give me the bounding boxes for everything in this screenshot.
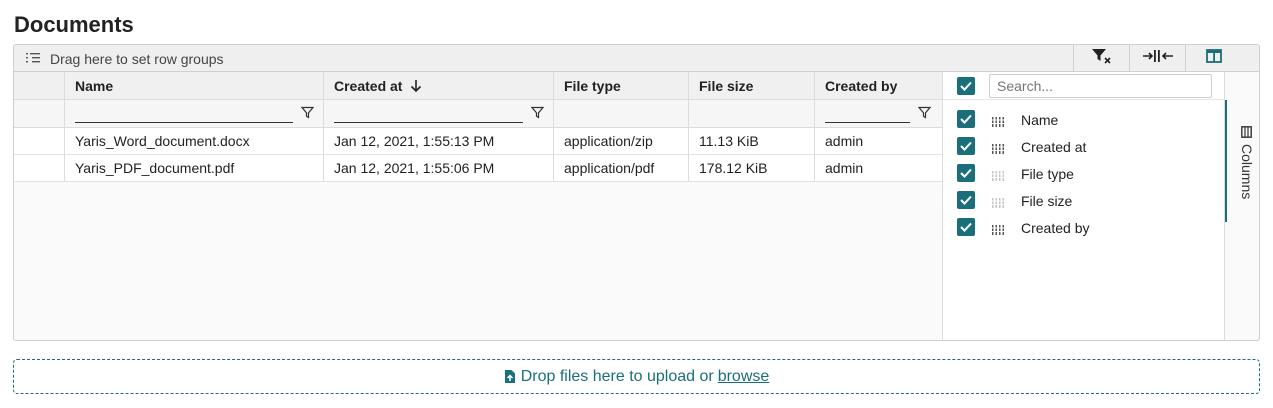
columns-tab-icon bbox=[1241, 126, 1253, 144]
columns-panel-header bbox=[943, 72, 1224, 100]
page-title: Documents bbox=[14, 12, 134, 37]
column-item-label: File size bbox=[1021, 193, 1073, 209]
column-item-label: Name bbox=[1021, 112, 1059, 128]
column-header-created-by[interactable]: Created by bbox=[815, 72, 942, 99]
filter-input-created-by[interactable] bbox=[825, 122, 910, 123]
column-header-label: File type bbox=[564, 77, 621, 94]
autosize-columns-button[interactable] bbox=[1129, 45, 1185, 72]
table-row[interactable]: Yaris_PDF_document.pdf Jan 12, 2021, 1:5… bbox=[14, 155, 942, 182]
drag-handle-icon[interactable] bbox=[992, 195, 1005, 213]
filter-created-at[interactable] bbox=[324, 100, 554, 127]
cell-created-by[interactable]: admin bbox=[815, 155, 942, 181]
cell-created-at[interactable]: Jan 12, 2021, 1:55:13 PM bbox=[324, 128, 554, 154]
file-upload-icon bbox=[504, 369, 521, 384]
column-header-created-at[interactable]: Created at bbox=[324, 72, 554, 99]
column-item-label: Created at bbox=[1021, 139, 1087, 155]
filter-file-type bbox=[554, 100, 689, 127]
column-panel-toggle-button[interactable] bbox=[1185, 45, 1241, 72]
row-group-label: Drag here to set row groups bbox=[50, 50, 224, 67]
cell-file-size[interactable]: 178.12 KiB bbox=[689, 155, 815, 181]
column-item-label: Created by bbox=[1021, 220, 1090, 236]
row-group-icon bbox=[26, 51, 50, 67]
grid-toolbar: Drag here to set row groups bbox=[14, 45, 1259, 72]
column-visibility-checkbox[interactable] bbox=[957, 191, 975, 209]
column-item-created-by[interactable]: Created by bbox=[943, 214, 1224, 241]
columns-tool-panel: Name Created at File type bbox=[942, 72, 1225, 340]
filter-input-created-at[interactable] bbox=[334, 122, 523, 123]
columns-side-tab[interactable]: Columns bbox=[1225, 100, 1259, 222]
row-selector-cell[interactable] bbox=[14, 155, 65, 181]
columns-panel-icon bbox=[1205, 49, 1222, 68]
row-selector-cell[interactable] bbox=[14, 128, 65, 154]
column-header-file-size[interactable]: File size bbox=[689, 72, 815, 99]
column-visibility-checkbox[interactable] bbox=[957, 110, 975, 128]
column-header-file-type[interactable]: File type bbox=[554, 72, 689, 99]
dropzone-text: Drop files here to upload or bbox=[520, 367, 714, 385]
column-visibility-checkbox[interactable] bbox=[957, 164, 975, 182]
documents-grid: Drag here to set row groups Name Created… bbox=[13, 44, 1260, 341]
file-upload-dropzone[interactable]: Drop files here to upload or browse bbox=[13, 359, 1260, 394]
column-header-label: Created at bbox=[334, 77, 403, 94]
row-group-drop-zone[interactable]: Drag here to set row groups bbox=[26, 45, 224, 72]
clear-filters-button[interactable] bbox=[1073, 45, 1129, 72]
columns-side-tab-content: Columns bbox=[1239, 126, 1255, 199]
column-item-created-at[interactable]: Created at bbox=[943, 133, 1224, 160]
drag-handle-icon[interactable] bbox=[992, 141, 1005, 159]
row-selector-header bbox=[14, 72, 65, 99]
table-row[interactable]: Yaris_Word_document.docx Jan 12, 2021, 1… bbox=[14, 128, 942, 155]
drag-handle-icon[interactable] bbox=[992, 114, 1005, 132]
cell-file-type[interactable]: application/pdf bbox=[554, 155, 689, 181]
filter-icon[interactable] bbox=[530, 106, 545, 122]
columns-tab-label: Columns bbox=[1239, 144, 1255, 200]
cell-file-size[interactable]: 11.13 KiB bbox=[689, 128, 815, 154]
cell-created-by[interactable]: admin bbox=[815, 128, 942, 154]
column-item-file-size[interactable]: File size bbox=[943, 187, 1224, 214]
columns-search-input[interactable] bbox=[989, 74, 1212, 98]
filter-file-size bbox=[689, 100, 815, 127]
sort-descending-icon bbox=[410, 79, 422, 93]
cell-name[interactable]: Yaris_Word_document.docx bbox=[65, 128, 324, 154]
column-item-file-type[interactable]: File type bbox=[943, 160, 1224, 187]
row-selector-filter bbox=[14, 100, 65, 127]
cell-created-at[interactable]: Jan 12, 2021, 1:55:06 PM bbox=[324, 155, 554, 181]
column-header-label: Name bbox=[75, 77, 114, 94]
column-visibility-checkbox[interactable] bbox=[957, 218, 975, 236]
drag-handle-icon[interactable] bbox=[992, 168, 1005, 186]
autosize-columns-icon bbox=[1142, 49, 1174, 68]
select-all-columns-checkbox[interactable] bbox=[957, 77, 975, 95]
column-item-label: File type bbox=[1021, 166, 1074, 182]
column-visibility-checkbox[interactable] bbox=[957, 137, 975, 155]
filter-icon[interactable] bbox=[300, 106, 315, 122]
browse-link[interactable]: browse bbox=[718, 368, 770, 386]
column-header-label: Created by bbox=[825, 77, 898, 94]
column-item-name[interactable]: Name bbox=[943, 106, 1224, 133]
filter-icon[interactable] bbox=[917, 106, 932, 122]
filter-clear-icon bbox=[1091, 47, 1113, 70]
column-header-name[interactable]: Name bbox=[65, 72, 324, 99]
cell-name[interactable]: Yaris_PDF_document.pdf bbox=[65, 155, 324, 181]
filter-created-by[interactable] bbox=[815, 100, 942, 127]
drag-handle-icon[interactable] bbox=[992, 222, 1005, 240]
column-header-label: File size bbox=[699, 77, 754, 94]
cell-file-type[interactable]: application/zip bbox=[554, 128, 689, 154]
column-filter-row bbox=[14, 100, 942, 128]
filter-name[interactable] bbox=[65, 100, 324, 127]
column-header-row: Name Created at File type File size Crea… bbox=[14, 72, 942, 100]
filter-input-name[interactable] bbox=[75, 122, 293, 123]
